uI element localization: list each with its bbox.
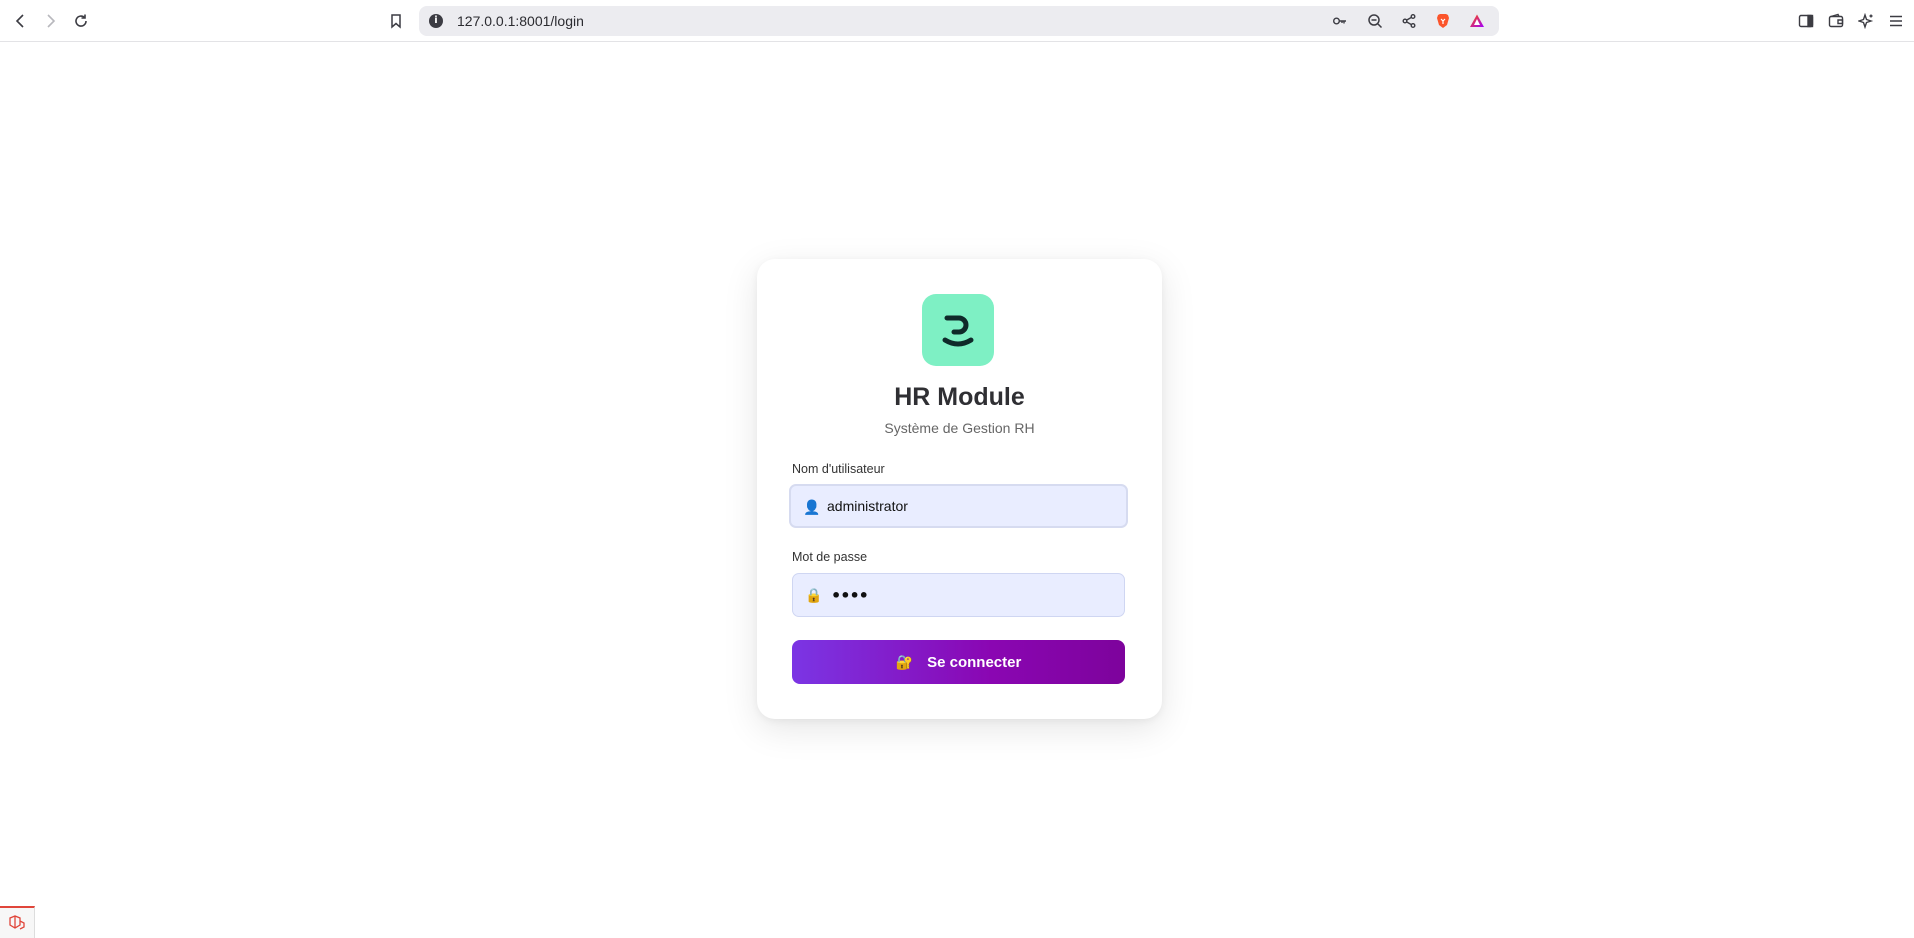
login-button-label: Se connecter xyxy=(927,653,1022,671)
login-button[interactable]: 🔐 Se connecter xyxy=(792,640,1125,684)
address-bar[interactable]: i 127.0.0.1:8001/login xyxy=(419,6,1499,36)
user-icon: 👤 xyxy=(803,499,821,515)
leo-ai-icon[interactable] xyxy=(1853,8,1879,34)
info-icon[interactable]: i xyxy=(429,14,443,28)
share-icon[interactable] xyxy=(1399,11,1419,31)
wallet-icon[interactable] xyxy=(1823,8,1849,34)
password-input[interactable] xyxy=(831,574,1111,616)
debugbar-icon[interactable] xyxy=(0,906,35,938)
username-input[interactable] xyxy=(827,486,1107,526)
forward-arrow-icon[interactable] xyxy=(37,8,63,34)
password-field[interactable]: 🔒 xyxy=(792,573,1125,617)
sidebar-icon[interactable] xyxy=(1793,8,1819,34)
bookmark-icon[interactable] xyxy=(383,8,409,34)
lock-icon: 🔒 xyxy=(805,587,823,603)
username-field[interactable]: 👤 xyxy=(789,484,1128,528)
browser-toolbar: i 127.0.0.1:8001/login xyxy=(0,0,1914,42)
hamburger-menu-icon[interactable] xyxy=(1883,8,1909,34)
password-label: Mot de passe xyxy=(792,550,868,564)
page-title: HR Module xyxy=(894,383,1025,411)
login-card: HR Module Système de Gestion RH Nom d'ut… xyxy=(757,259,1162,719)
app-logo xyxy=(922,294,994,366)
reload-icon[interactable] xyxy=(68,8,94,34)
brave-lion-icon[interactable] xyxy=(1433,11,1453,31)
url-text[interactable]: 127.0.0.1:8001/login xyxy=(457,13,584,29)
page-subtitle: Système de Gestion RH xyxy=(884,420,1035,436)
brave-rewards-icon[interactable] xyxy=(1467,11,1487,31)
lock-key-icon: 🔐 xyxy=(895,653,914,670)
username-label: Nom d'utilisateur xyxy=(792,462,885,476)
zoom-out-icon[interactable] xyxy=(1365,11,1385,31)
back-arrow-icon[interactable] xyxy=(8,8,34,34)
key-icon[interactable] xyxy=(1330,11,1350,31)
